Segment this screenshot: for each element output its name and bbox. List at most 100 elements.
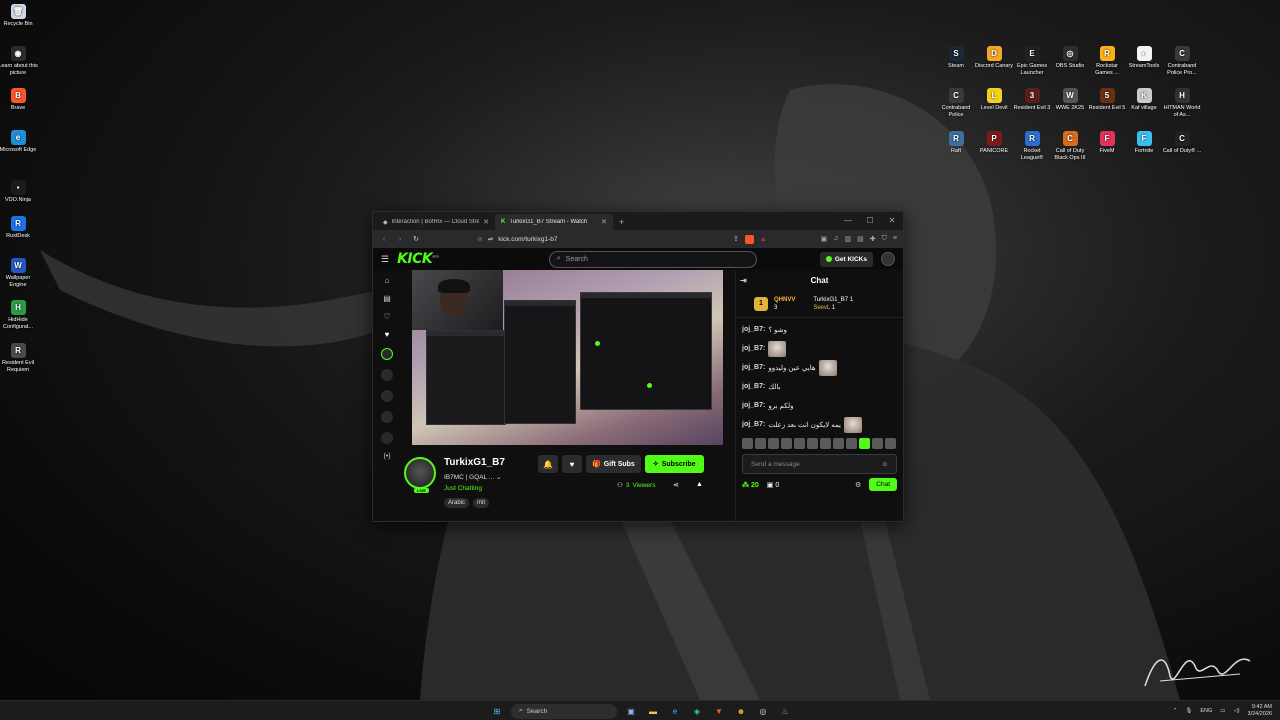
desktop-icon[interactable]: e Microsoft Edge	[0, 130, 38, 154]
emote-button[interactable]	[768, 438, 779, 449]
obs-taskbar-icon[interactable]: ◎	[755, 703, 771, 719]
followed-channel-avatar[interactable]	[381, 369, 393, 381]
desktop-icon[interactable]: F Fortnite	[1124, 131, 1164, 155]
desktop-icon[interactable]: W WWE 2K25	[1050, 88, 1090, 112]
desktop-icon[interactable]: 3 Resident Evil 3	[1012, 88, 1052, 112]
follow-button[interactable]: ♥	[562, 455, 582, 473]
chat-username[interactable]: joj_B7:	[742, 364, 765, 371]
desktop-icon[interactable]: L Level Devil	[974, 88, 1014, 112]
share-page-icon[interactable]: ⇪	[733, 235, 739, 243]
bookmark-icon[interactable]: ☆	[477, 235, 483, 243]
desktop-icon[interactable]: H HITMAN World of As...	[1162, 88, 1202, 119]
live-broadcast-icon[interactable]: (•)	[383, 453, 390, 460]
followed-heart-icon[interactable]: ♥	[385, 330, 390, 339]
share-icon[interactable]: ⋖	[673, 481, 679, 489]
chat-settings-icon[interactable]: ⚙	[855, 481, 861, 489]
subscribe-button[interactable]: ✧ Subscribe	[644, 455, 704, 473]
chevron-up-icon[interactable]: ⌃	[1173, 708, 1178, 714]
followed-channel-avatar[interactable]	[381, 390, 393, 402]
desktop-icon[interactable]: F FiveM	[1087, 131, 1127, 155]
forward-icon[interactable]: ›	[395, 236, 405, 243]
back-icon[interactable]: ‹	[379, 236, 389, 243]
leader-entry[interactable]: TurkixG1_B7 1	[813, 297, 853, 303]
vpn-icon[interactable]: ⛉	[882, 235, 887, 243]
desktop-icon[interactable]: C Call of Duty® ...	[1162, 131, 1202, 155]
emote-button[interactable]	[781, 438, 792, 449]
leader-name[interactable]: QHNVV	[774, 297, 795, 303]
app-taskbar-icon[interactable]: ◈	[689, 703, 705, 719]
streamer-avatar[interactable]	[404, 457, 436, 489]
emoji-picker-icon[interactable]: ☺	[881, 461, 888, 468]
collapse-chat-icon[interactable]: ⇥	[740, 276, 747, 285]
stream-category[interactable]: Just Chatting	[444, 485, 482, 492]
desktop-icon[interactable]: K Kaf village	[1124, 88, 1164, 112]
emote-button[interactable]	[820, 438, 831, 449]
chat-message-input[interactable]: Send a message ☺	[742, 454, 897, 474]
desktop-icon[interactable]: C Contraband Police	[936, 88, 976, 119]
language-indicator[interactable]: ENG	[1200, 708, 1212, 714]
sidebar-icon[interactable]: ▥	[845, 235, 852, 243]
gift-count[interactable]: ▣ 0	[767, 481, 779, 489]
brave-taskbar-icon[interactable]: ▼	[711, 703, 727, 719]
chat-username[interactable]: joj_B7:	[742, 383, 765, 390]
desktop-icon[interactable]: ◎ OBS Studio	[1050, 46, 1090, 70]
close-tab-icon[interactable]: ✕	[483, 218, 489, 226]
search-input[interactable]: ⌕ Search	[548, 250, 757, 268]
emote-button[interactable]	[794, 438, 805, 449]
desktop-icon[interactable]: R Rockstar Games ...	[1087, 46, 1127, 77]
gift-subs-button[interactable]: 🎁 Gift Subs	[586, 455, 641, 473]
desktop-icon[interactable]: C Contraband Police Pro...	[1162, 46, 1202, 77]
desktop-icon[interactable]: W Wallpaper Engine	[0, 258, 38, 289]
menu-icon[interactable]: ≡	[893, 235, 897, 243]
url-field[interactable]: ☆ ⇌ kick.com/turkixg1-b7	[477, 233, 727, 246]
media-icon[interactable]: ▣	[821, 235, 828, 243]
emote-button[interactable]	[872, 438, 883, 449]
site-info-icon[interactable]: ⇌	[488, 235, 493, 243]
emote-button[interactable]	[755, 438, 766, 449]
chat-username[interactable]: joj_B7:	[742, 421, 765, 428]
new-tab-button[interactable]: +	[613, 214, 630, 230]
desktop-icon[interactable]: P PANICORE	[974, 131, 1014, 155]
home-icon[interactable]: ⌂	[385, 276, 390, 285]
wallet-icon[interactable]: ▤	[857, 235, 864, 243]
desktop-icon[interactable]: 🗑 Recycle Bin	[0, 4, 38, 28]
desktop-icon[interactable]: E Epic Games Launcher	[1012, 46, 1052, 77]
kick-logo[interactable]: KICKBETA	[397, 251, 439, 267]
desktop-icon[interactable]: R Resident Evil Requiem	[0, 343, 38, 374]
emote-button[interactable]	[742, 438, 753, 449]
brave-shields-icon[interactable]	[744, 234, 754, 244]
followed-channel-avatar[interactable]	[381, 432, 393, 444]
notification-bell-button[interactable]: 🔔	[538, 455, 558, 473]
extensions-icon[interactable]: ✚	[870, 235, 876, 243]
hamburger-menu-icon[interactable]: ☰	[381, 254, 389, 265]
taskbar-search[interactable]: ⌕ Search	[511, 703, 617, 719]
tab-kick-stream[interactable]: K TurkixG1_B7 Stream - Watch ✕	[495, 214, 613, 230]
close-window-button[interactable]: ✕	[881, 212, 903, 230]
maximize-button[interactable]: ☐	[859, 212, 881, 230]
desktop-icon[interactable]: ◐ StreamTools	[1124, 46, 1164, 70]
emote-button[interactable]	[846, 438, 857, 449]
clock[interactable]: 9:42 AM 3/24/2026	[1248, 704, 1272, 718]
playlist-icon[interactable]: ♫	[833, 235, 838, 243]
followed-channel-avatar[interactable]	[381, 348, 393, 360]
network-icon[interactable]: ▭	[1220, 708, 1225, 714]
tag[interactable]: Arabic	[444, 498, 470, 508]
file-explorer-icon[interactable]: ▬	[645, 703, 661, 719]
emote-button[interactable]	[885, 438, 896, 449]
leader-entry[interactable]: SeevL 1	[813, 305, 853, 311]
tag[interactable]: mit	[473, 498, 490, 508]
channel-points[interactable]: ⁂ 20	[742, 481, 759, 489]
emote-button[interactable]	[859, 438, 870, 449]
desktop-icon[interactable]: S Steam	[936, 46, 976, 70]
microphone-icon[interactable]: 🎙	[1185, 708, 1192, 714]
browse-icon[interactable]: ▤	[383, 294, 391, 303]
tab-botrix[interactable]: ◆ Interaction | BotRix — Cloud Streami..…	[377, 214, 495, 230]
chat-username[interactable]: joj_B7:	[742, 326, 765, 333]
chat-username[interactable]: joj_B7:	[742, 402, 765, 409]
minimize-button[interactable]: —	[837, 212, 859, 230]
desktop-icon[interactable]: R Rocket League®	[1012, 131, 1052, 162]
chat-username[interactable]: joj_B7:	[742, 345, 765, 352]
send-chat-button[interactable]: Chat	[869, 478, 897, 491]
report-icon[interactable]: ▲	[696, 481, 703, 488]
desktop-icon[interactable]: 5 Resident Evil 5	[1087, 88, 1127, 112]
